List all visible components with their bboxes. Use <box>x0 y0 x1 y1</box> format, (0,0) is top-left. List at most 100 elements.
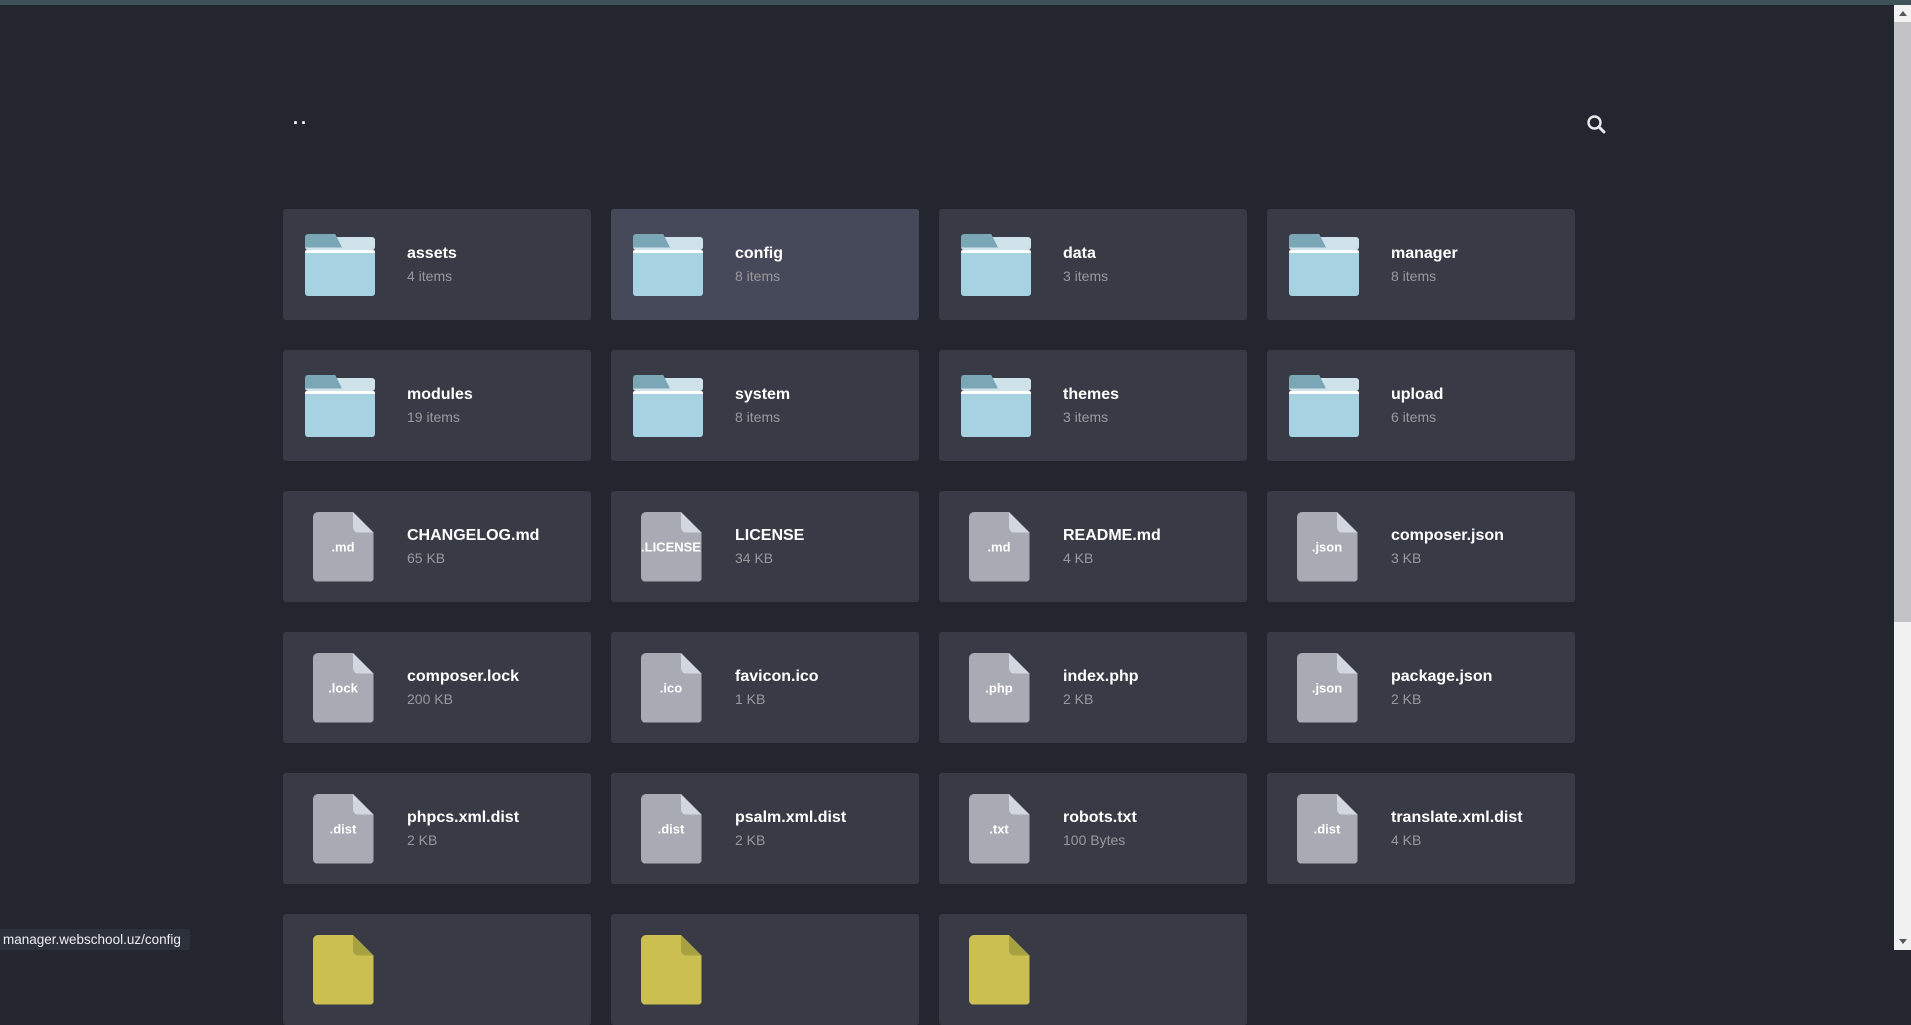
file-extension-label: .dist <box>1297 821 1358 836</box>
item-labels: data 3 items <box>1063 244 1108 285</box>
item-meta: 3 items <box>1063 409 1119 426</box>
grid-item[interactable]: data 3 items <box>939 209 1247 320</box>
file-extension-label: .lock <box>313 680 374 695</box>
file-extension-label: .dist <box>313 821 374 836</box>
grid-item[interactable]: modules 19 items <box>283 350 591 461</box>
item-meta: 100 Bytes <box>1063 832 1137 849</box>
page-fold-corner <box>681 512 702 533</box>
file-extension-label: .php <box>969 680 1030 695</box>
file-icon: .txt <box>969 794 1030 864</box>
folder-icon <box>961 375 1031 437</box>
item-icon-box: .json <box>1289 512 1365 582</box>
file-icon: .dist <box>641 794 702 864</box>
file-extension-label: .ico <box>641 680 702 695</box>
item-labels: composer.json 3 KB <box>1391 526 1504 567</box>
item-labels: LICENSE 34 KB <box>735 526 804 567</box>
item-labels: package.json 2 KB <box>1391 667 1492 708</box>
item-labels: psalm.xml.dist 2 KB <box>735 808 846 849</box>
item-name: assets <box>407 244 457 263</box>
window-top-edge <box>0 0 1911 5</box>
item-labels: upload 6 items <box>1391 385 1443 426</box>
item-meta: 34 KB <box>735 550 804 567</box>
item-icon-box <box>961 234 1037 296</box>
file-icon: .md <box>969 512 1030 582</box>
grid-item[interactable]: .ico favicon.ico 1 KB <box>611 632 919 743</box>
folder-icon <box>305 234 375 296</box>
search-button[interactable] <box>1576 104 1616 144</box>
grid-item[interactable]: themes 3 items <box>939 350 1247 461</box>
file-icon: .json <box>1297 653 1358 723</box>
item-labels: translate.xml.dist 4 KB <box>1391 808 1523 849</box>
item-labels: manager 8 items <box>1391 244 1458 285</box>
grid-item[interactable]: .json package.json 2 KB <box>1267 632 1575 743</box>
file-icon: .LICENSE <box>641 512 702 582</box>
grid-item[interactable]: upload 6 items <box>1267 350 1575 461</box>
grid-item[interactable]: .dist psalm.xml.dist 2 KB <box>611 773 919 884</box>
parent-directory-link[interactable]: .. <box>293 108 309 128</box>
browser-status-bubble: manager.webschool.uz/config <box>0 929 190 950</box>
grid-item[interactable]: config 8 items <box>611 209 919 320</box>
grid-item[interactable]: .dist translate.xml.dist 4 KB <box>1267 773 1575 884</box>
grid-item[interactable]: manager 8 items <box>1267 209 1575 320</box>
grid-item[interactable]: .txt robots.txt 100 Bytes <box>939 773 1247 884</box>
file-extension-label: .LICENSE <box>641 539 702 554</box>
scrollbar-up-button[interactable] <box>1894 5 1911 22</box>
page-fold-corner <box>681 794 702 815</box>
item-meta: 3 items <box>1063 268 1108 285</box>
search-icon <box>1584 112 1608 136</box>
page-fold-corner <box>353 512 374 533</box>
page-fold-corner <box>1337 512 1358 533</box>
item-name: data <box>1063 244 1108 263</box>
grid-item[interactable]: .php index.php 2 KB <box>939 632 1247 743</box>
item-labels: system 8 items <box>735 385 790 426</box>
page-fold-corner <box>1337 794 1358 815</box>
item-meta: 1 KB <box>735 691 819 708</box>
page-fold-corner <box>1009 653 1030 674</box>
grid-item[interactable]: assets 4 items <box>283 209 591 320</box>
item-icon-box <box>633 935 709 1005</box>
status-url: manager.webschool.uz/config <box>3 932 181 947</box>
page-fold-corner <box>353 935 374 956</box>
grid-item[interactable]: .lock composer.lock 200 KB <box>283 632 591 743</box>
item-labels: robots.txt 100 Bytes <box>1063 808 1137 849</box>
folder-icon <box>1289 375 1359 437</box>
file-icon: .lock <box>313 653 374 723</box>
vertical-scrollbar[interactable] <box>1894 5 1911 950</box>
grid-item[interactable] <box>611 914 919 1025</box>
file-icon: .ico <box>641 653 702 723</box>
grid-item[interactable] <box>283 914 591 1025</box>
item-labels: themes 3 items <box>1063 385 1119 426</box>
item-labels: assets 4 items <box>407 244 457 285</box>
page-fold-corner <box>353 653 374 674</box>
item-meta: 6 items <box>1391 409 1443 426</box>
item-icon-box <box>633 234 709 296</box>
item-meta: 65 KB <box>407 550 539 567</box>
item-name: phpcs.xml.dist <box>407 808 519 827</box>
item-meta: 2 KB <box>1391 691 1492 708</box>
grid-item[interactable]: .LICENSE LICENSE 34 KB <box>611 491 919 602</box>
item-meta: 2 KB <box>735 832 846 849</box>
file-icon: .md <box>313 512 374 582</box>
item-name: index.php <box>1063 667 1139 686</box>
item-icon-box <box>305 375 381 437</box>
grid-item[interactable]: .md README.md 4 KB <box>939 491 1247 602</box>
scrollbar-thumb[interactable] <box>1894 22 1911 622</box>
item-icon-box <box>305 935 381 1005</box>
grid-item[interactable]: system 8 items <box>611 350 919 461</box>
item-icon-box <box>305 234 381 296</box>
grid-item[interactable]: .md CHANGELOG.md 65 KB <box>283 491 591 602</box>
file-icon: .dist <box>1297 794 1358 864</box>
grid-item[interactable] <box>939 914 1247 1025</box>
item-icon-box <box>1289 234 1365 296</box>
item-name: README.md <box>1063 526 1161 545</box>
item-name: LICENSE <box>735 526 804 545</box>
scrollbar-down-button[interactable] <box>1894 933 1911 950</box>
scroll-up-icon <box>1899 11 1907 16</box>
folder-icon <box>633 375 703 437</box>
item-labels: CHANGELOG.md 65 KB <box>407 526 539 567</box>
item-labels: favicon.ico 1 KB <box>735 667 819 708</box>
item-labels: README.md 4 KB <box>1063 526 1161 567</box>
grid-item[interactable]: .json composer.json 3 KB <box>1267 491 1575 602</box>
grid-item[interactable]: .dist phpcs.xml.dist 2 KB <box>283 773 591 884</box>
item-icon-box: .dist <box>633 794 709 864</box>
